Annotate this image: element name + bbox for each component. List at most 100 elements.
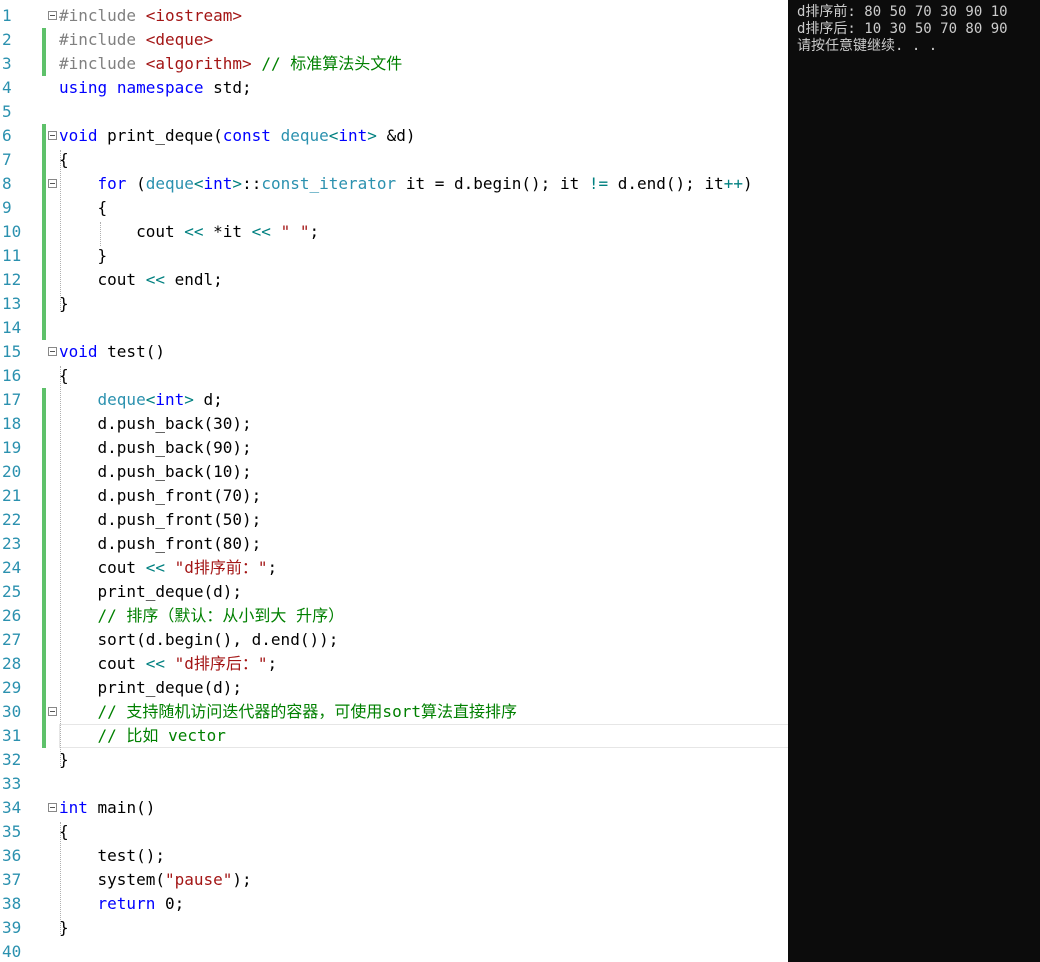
- code-line[interactable]: 34 int main(): [0, 796, 788, 820]
- line-number: 39: [2, 918, 22, 937]
- change-marker: [42, 724, 46, 748]
- code-text: for (deque<int>::const_iterator it = d.b…: [97, 174, 753, 193]
- line-number: 21: [2, 486, 22, 505]
- indent-guide: [60, 822, 61, 934]
- code-line[interactable]: 1 #include <iostream>: [0, 4, 788, 28]
- line-number: 36: [2, 846, 22, 865]
- line-number: 12: [2, 270, 22, 289]
- console-window[interactable]: d排序前: 80 50 70 30 90 10 d排序后: 10 30 50 7…: [788, 0, 1040, 962]
- code-line[interactable]: 9 {: [0, 196, 788, 220]
- change-marker: [42, 220, 46, 244]
- code-text: void test(): [59, 342, 165, 361]
- code-text: d.push_front(80);: [59, 534, 262, 553]
- code-line[interactable]: 32}: [0, 748, 788, 772]
- collapse-icon[interactable]: [48, 803, 57, 812]
- console-line: d排序后: 10 30 50 70 80 90: [797, 21, 1008, 37]
- line-number: 20: [2, 462, 22, 481]
- line-number: 35: [2, 822, 22, 841]
- change-marker: [42, 196, 46, 220]
- console-line: 请按任意键继续. . .: [797, 38, 938, 54]
- collapse-icon[interactable]: [48, 131, 57, 140]
- code-text: // 排序（默认：从小到大 升序）: [97, 606, 345, 625]
- change-marker: [42, 652, 46, 676]
- collapse-icon[interactable]: [48, 707, 57, 716]
- code-text: }: [59, 246, 108, 265]
- code-line[interactable]: 21 d.push_front(70);: [0, 484, 788, 508]
- change-marker: [42, 148, 46, 172]
- code-text: print_deque(d);: [59, 678, 243, 697]
- line-number: 32: [2, 750, 22, 769]
- change-marker: [42, 388, 46, 412]
- code-line[interactable]: 11 }: [0, 244, 788, 268]
- change-marker: [42, 532, 46, 556]
- code-line[interactable]: 40: [0, 940, 788, 962]
- code-text: cout << endl;: [59, 270, 223, 289]
- collapse-icon[interactable]: [48, 179, 57, 188]
- change-marker: [42, 28, 46, 52]
- code-line[interactable]: 31 // 比如 vector: [0, 724, 788, 748]
- code-text: cout << "d排序前：";: [59, 558, 278, 577]
- code-line[interactable]: 35{: [0, 820, 788, 844]
- code-text: sort(d.begin(), d.end());: [59, 630, 339, 649]
- code-line[interactable]: 3 #include <algorithm> // 标准算法头文件: [0, 52, 788, 76]
- line-number: 34: [2, 798, 22, 817]
- code-line[interactable]: 24 cout << "d排序前：";: [0, 556, 788, 580]
- collapse-icon[interactable]: [48, 347, 57, 356]
- code-line[interactable]: 22 d.push_front(50);: [0, 508, 788, 532]
- code-text: #include <algorithm> // 标准算法头文件: [59, 54, 403, 73]
- line-number: 33: [2, 774, 22, 793]
- code-line[interactable]: 8 for (deque<int>::const_iterator it = d…: [0, 172, 788, 196]
- change-marker: [42, 700, 46, 724]
- code-line[interactable]: 18 d.push_back(30);: [0, 412, 788, 436]
- code-line[interactable]: 2 #include <deque>: [0, 28, 788, 52]
- code-line[interactable]: 12 cout << endl;: [0, 268, 788, 292]
- code-line[interactable]: 26 // 排序（默认：从小到大 升序）: [0, 604, 788, 628]
- code-text: void print_deque(const deque<int> &d): [59, 126, 416, 145]
- code-editor[interactable]: 1 #include <iostream> 2 #include <deque> 3 #i…: [0, 0, 788, 962]
- code-text: d.push_front(50);: [59, 510, 262, 529]
- code-text: system("pause");: [59, 870, 252, 889]
- change-marker: [42, 316, 46, 340]
- change-marker: [42, 124, 46, 148]
- code-line[interactable]: 39}: [0, 916, 788, 940]
- line-number: 14: [2, 318, 22, 337]
- code-line[interactable]: 6 void print_deque(const deque<int> &d): [0, 124, 788, 148]
- change-marker: [42, 508, 46, 532]
- code-line[interactable]: 28 cout << "d排序后：";: [0, 652, 788, 676]
- code-line[interactable]: 13}: [0, 292, 788, 316]
- code-line[interactable]: 33: [0, 772, 788, 796]
- line-number: 4: [2, 78, 12, 97]
- code-line[interactable]: 30 // 支持随机访问迭代器的容器，可使用sort算法直接排序: [0, 700, 788, 724]
- change-marker: [42, 676, 46, 700]
- code-line[interactable]: 5: [0, 100, 788, 124]
- code-text: d.push_back(10);: [59, 462, 252, 481]
- code-line[interactable]: 7{: [0, 148, 788, 172]
- code-line[interactable]: 16{: [0, 364, 788, 388]
- code-line[interactable]: 27 sort(d.begin(), d.end());: [0, 628, 788, 652]
- change-marker: [42, 436, 46, 460]
- code-line[interactable]: 17 deque<int> d;: [0, 388, 788, 412]
- line-number: 17: [2, 390, 22, 409]
- code-line[interactable]: 29 print_deque(d);: [0, 676, 788, 700]
- line-number: 40: [2, 942, 22, 961]
- code-line[interactable]: 36 test();: [0, 844, 788, 868]
- code-line[interactable]: 15 void test(): [0, 340, 788, 364]
- code-line[interactable]: 37 system("pause");: [0, 868, 788, 892]
- code-text: print_deque(d);: [59, 582, 243, 601]
- code-text: cout << "d排序后：";: [59, 654, 278, 673]
- code-text: // 比如 vector: [97, 726, 226, 745]
- code-line[interactable]: 19 d.push_back(90);: [0, 436, 788, 460]
- code-line[interactable]: 4 using namespace std;: [0, 76, 788, 100]
- code-line[interactable]: 25 print_deque(d);: [0, 580, 788, 604]
- change-marker: [42, 556, 46, 580]
- code-line[interactable]: 14: [0, 316, 788, 340]
- line-number: 6: [2, 126, 12, 145]
- line-number: 11: [2, 246, 22, 265]
- code-text: #include <deque>: [59, 30, 214, 49]
- code-line[interactable]: 20 d.push_back(10);: [0, 460, 788, 484]
- code-line[interactable]: 38 return 0;: [0, 892, 788, 916]
- change-marker: [42, 628, 46, 652]
- collapse-icon[interactable]: [48, 11, 57, 20]
- code-line[interactable]: 10 cout << *it << " ";: [0, 220, 788, 244]
- code-line[interactable]: 23 d.push_front(80);: [0, 532, 788, 556]
